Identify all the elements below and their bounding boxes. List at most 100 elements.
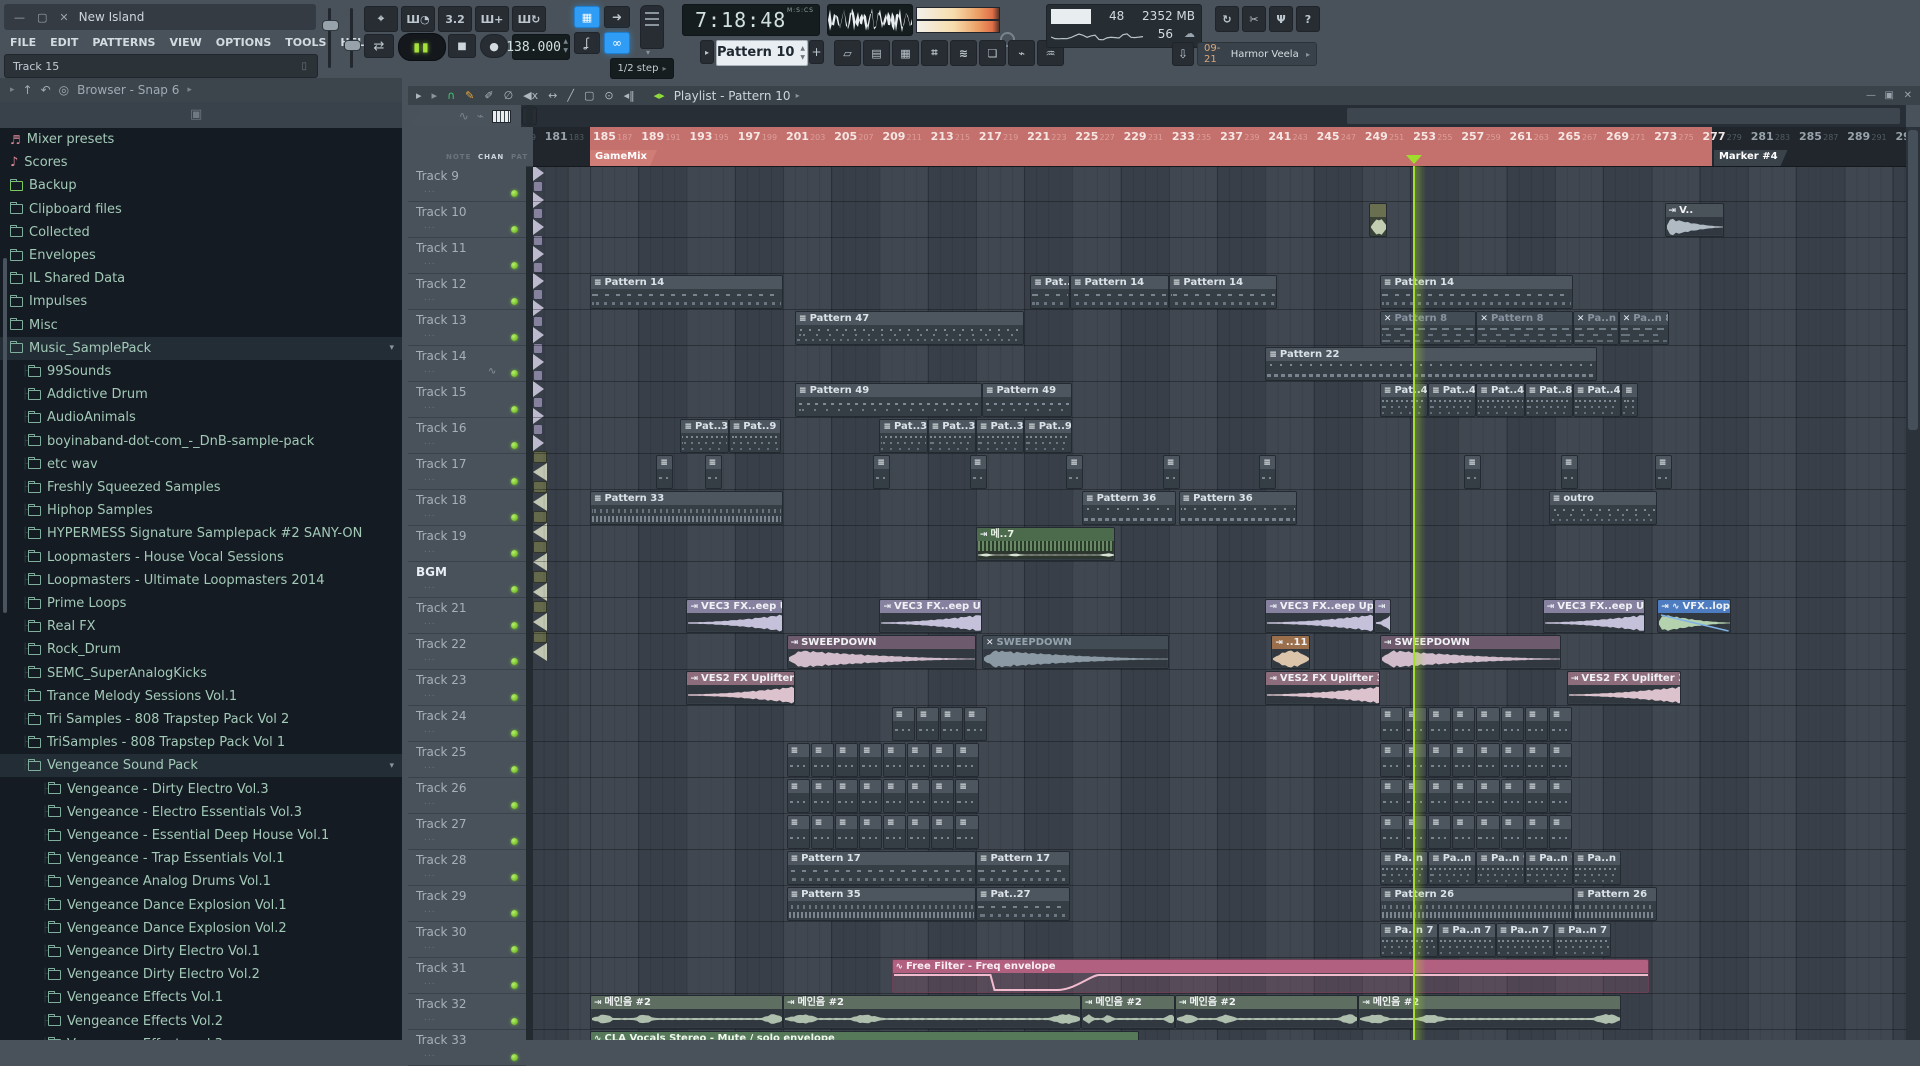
browser-item[interactable]: ├ Vengeance Dirty Electro Vol.2 — [0, 963, 402, 986]
clip-aup[interactable]: ⇥VEC3 FX..eep Up 24 — [686, 599, 782, 633]
slice-tool-icon[interactable]: ╱ — [567, 89, 574, 102]
clip-aup[interactable]: ⇥VEC3 FX..eep Up 24 — [879, 599, 982, 633]
clip-pat[interactable]: ≡Pattern 14 — [1169, 275, 1278, 309]
track-options[interactable]: ... — [424, 293, 436, 303]
expand-caret-icon[interactable]: ▾ — [389, 343, 394, 353]
playback-tool-icon[interactable]: ◂‖ — [624, 89, 635, 102]
clip-pat[interactable]: ≡Pat..48 — [1573, 383, 1621, 417]
timeline-marker[interactable]: GameMix — [590, 150, 657, 166]
track-mute-led[interactable] — [511, 874, 518, 881]
track-options[interactable]: ... — [424, 257, 436, 267]
track-options[interactable]: ... — [424, 509, 436, 519]
clip-cell-pattern[interactable]: ≡ — [1380, 707, 1403, 741]
track-options[interactable]: ... — [424, 1049, 436, 1059]
clip-cell-pattern[interactable]: ≡ — [1549, 707, 1572, 741]
track-options[interactable]: ... — [424, 437, 436, 447]
browser-item[interactable]: ├ Vengeance Dirty Electro Vol.1 — [0, 940, 402, 963]
track-header[interactable]: Track 18... — [408, 490, 526, 526]
track-header[interactable]: Track 25... — [408, 742, 526, 778]
clip-cell-pattern[interactable]: ≡ — [955, 743, 978, 777]
track-header[interactable]: Track 24... — [408, 706, 526, 742]
clip-mini-pattern[interactable]: ≡ — [1259, 455, 1276, 489]
track-options[interactable]: ... — [424, 617, 436, 627]
lane-row[interactable] — [533, 706, 1906, 742]
browser-item[interactable]: ├Vengeance Effects vol.3 — [0, 1033, 402, 1040]
menu-file[interactable]: FILE — [10, 36, 36, 49]
clip-cell-pattern[interactable]: ≡ — [835, 815, 858, 849]
track-header[interactable]: Track 23... — [408, 670, 526, 706]
pattern-tab-icon[interactable] — [492, 110, 511, 123]
clip-pat[interactable]: ≡ Pattern 49 — [795, 383, 982, 417]
clip-pat[interactable]: ≡ Pattern 35 — [787, 887, 976, 921]
clip-astripe[interactable]: ⇥ 메..7 — [976, 527, 1115, 561]
clip-cell-pattern[interactable]: ≡ — [931, 779, 954, 813]
clip-pat[interactable]: ≡ outro — [1549, 491, 1658, 525]
automation-tab-icon[interactable]: ⌁ — [477, 109, 484, 123]
clip-cell-pattern[interactable]: ≡ — [787, 815, 810, 849]
clip-cell-pattern[interactable]: ≡ — [916, 707, 939, 741]
clip-cell-pattern[interactable]: ≡ — [955, 779, 978, 813]
track-header[interactable]: Track 10... — [408, 202, 526, 238]
playlist-title-next-icon[interactable]: ▸ — [796, 91, 800, 100]
browser-item[interactable]: ├ Loopmasters - Ultimate Loopmasters 2014 — [0, 569, 402, 592]
track-mute-led[interactable] — [511, 694, 518, 701]
clip-pat[interactable]: ≡ Pa..n 7 — [1380, 923, 1438, 957]
pattern-spinner[interactable]: ▲ ▼ — [800, 44, 805, 62]
record-button[interactable]: ● — [480, 34, 508, 58]
magnet-icon[interactable]: ∩ — [447, 89, 455, 102]
browser-item[interactable]: ├ Addictive Drum — [0, 383, 402, 406]
clip-cell-pattern[interactable]: ≡ — [1380, 815, 1403, 849]
clip-cell-pattern[interactable]: ≡ — [1476, 743, 1499, 777]
browser-item[interactable]: ├ Vengeance Effects Vol.1 — [0, 986, 402, 1009]
browser-item[interactable]: ├ Vengeance - Electro Essentials Vol.3 — [0, 801, 402, 824]
master-pitch-handle[interactable] — [344, 40, 361, 51]
vscroll-handle[interactable] — [1908, 130, 1918, 430]
timeline-marker[interactable]: Marker #4 — [1714, 150, 1788, 166]
track-options[interactable]: ... — [424, 689, 436, 699]
window-close-icon[interactable]: ✕ — [59, 11, 68, 24]
clip-awave[interactable]: ⇥ 메인음 #2 — [1175, 995, 1358, 1029]
track-header[interactable]: Track 32... — [408, 994, 526, 1030]
mute-tool-icon[interactable]: ◀x — [523, 89, 538, 102]
track-mute-led[interactable] — [511, 550, 518, 557]
clip-cell-pattern[interactable]: ≡ — [964, 707, 987, 741]
clip-pat[interactable]: ≡Pat..39 — [976, 419, 1024, 453]
clip-pat[interactable]: ≡Pa..n 9 — [1476, 851, 1524, 885]
clip-aup[interactable]: ⇥VES2 FX Uplifter 37 — [1567, 671, 1682, 705]
browser-item[interactable]: ├ Vengeance - Essential Deep House Vol.1 — [0, 824, 402, 847]
clip-cell-pattern[interactable]: ≡ — [1501, 707, 1524, 741]
track-header[interactable]: Track 21... — [408, 598, 526, 634]
piano-roll-toggle-icon[interactable]: ▦ — [892, 40, 919, 66]
clip-patx[interactable]: ✕Pa..n 8 — [1573, 311, 1619, 345]
clip-pat[interactable]: ≡ Pat..8 — [1525, 383, 1573, 417]
clip-aup[interactable]: ⇥VEC3 FX..eep Up 24 — [1265, 599, 1374, 633]
playlist-vscrollbar[interactable] — [1906, 127, 1920, 1040]
track-options[interactable]: ... — [424, 761, 436, 771]
track-options[interactable]: ... — [424, 905, 436, 915]
typing-to-piano-button[interactable]: ʆ — [574, 32, 600, 54]
clip-pat[interactable]: ≡ Pattern 17 — [787, 851, 976, 885]
track-header[interactable]: BGM... — [408, 562, 526, 598]
clip-cell-pattern[interactable]: ≡ — [859, 743, 882, 777]
browser-toggle-icon[interactable]: ⌗ — [921, 40, 948, 66]
playlist-minimize-icon[interactable]: — — [1866, 90, 1876, 101]
clip-cell-pattern[interactable]: ≡ — [1452, 815, 1475, 849]
lane-row[interactable] — [533, 382, 1906, 418]
track-options[interactable]: ... — [424, 545, 436, 555]
clip-pat[interactable]: ≡ Pattern 17 — [976, 851, 1070, 885]
clip-pat[interactable]: ≡ Pat..9 — [1024, 419, 1072, 453]
slip-tool-icon[interactable]: ↔ — [548, 89, 557, 102]
clip-awave[interactable]: ⇥ 메인음 #2 — [1358, 995, 1621, 1029]
pack-next-icon[interactable]: ▸ — [1306, 50, 1310, 59]
browser-item[interactable]: ├ Loopmasters - House Vocal Sessions — [0, 546, 402, 569]
browser-item[interactable]: ├ Freshly Squeezed Samples — [0, 476, 402, 499]
track-mute-led[interactable] — [511, 586, 518, 593]
track-header[interactable]: Track 28... — [408, 850, 526, 886]
clip-mini-pattern[interactable]: ≡ — [1163, 455, 1180, 489]
browser-item[interactable]: ├ 99Sounds — [0, 360, 402, 383]
clip-cell-pattern[interactable]: ≡ — [907, 779, 930, 813]
mic-icon[interactable]: Ψ — [1269, 6, 1293, 32]
track-mute-led[interactable] — [511, 406, 518, 413]
menu-edit[interactable]: EDIT — [50, 36, 78, 49]
pattern-mode-button[interactable]: ▦ — [574, 6, 600, 28]
